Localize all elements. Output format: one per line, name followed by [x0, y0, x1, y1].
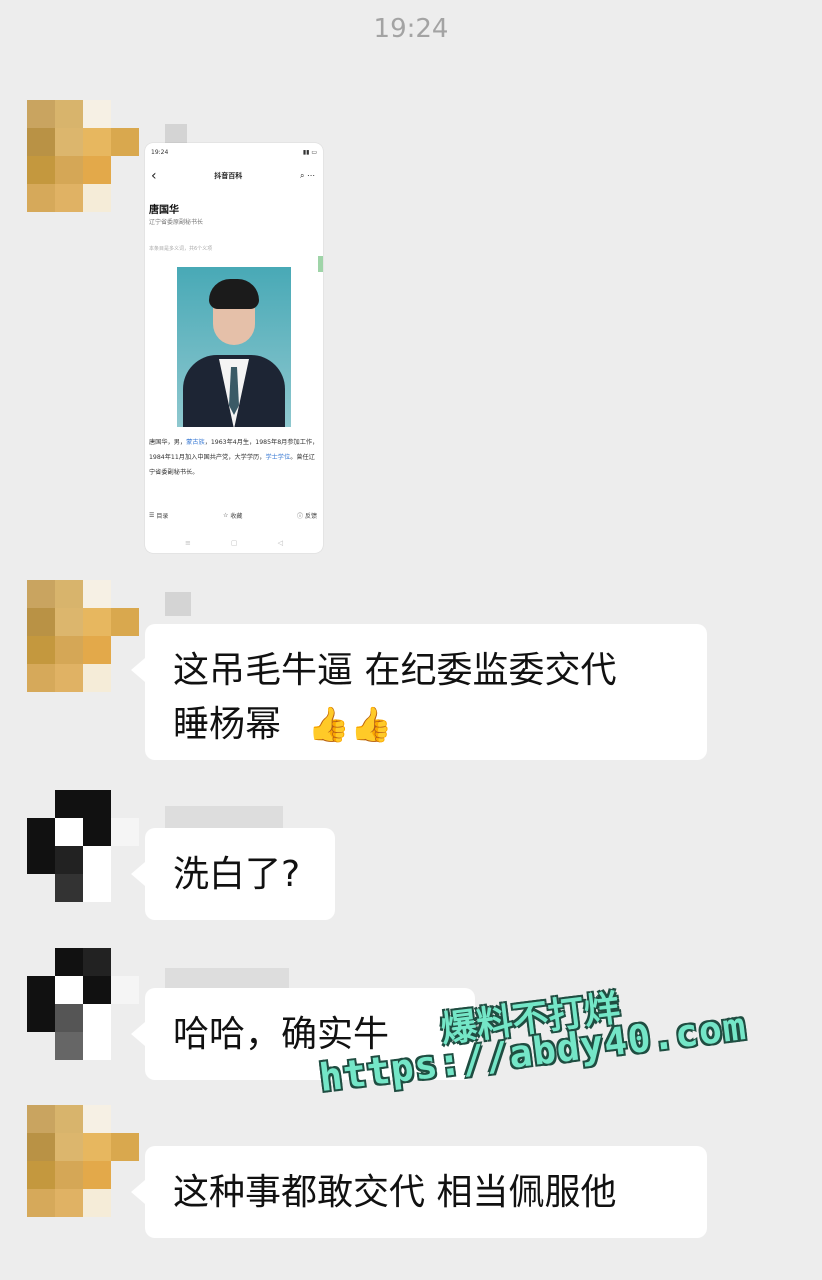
message-text: 睡杨幂 👍👍	[173, 698, 679, 752]
avatar[interactable]	[27, 948, 139, 1060]
disambiguation-hint: 本条目是多义词，共6个义项	[149, 246, 213, 252]
feedback-icon: ⓘ	[296, 513, 303, 520]
collect-button: ☆ 收藏	[222, 512, 243, 520]
feedback-button: ⓘ 反馈	[296, 513, 317, 520]
star-icon: ☆	[222, 512, 229, 519]
message-text: 这种事都敢交代 相当佩服他	[173, 1172, 617, 1213]
app-title: 抖音百科	[214, 172, 243, 180]
bio-text: 唐国华，男，蒙古族，1963年4月生，1985年8月参加工作，1984年11月加…	[149, 439, 319, 476]
phone-time: 19:24	[151, 149, 169, 156]
search-more-icons: ⌕ ⋯	[299, 171, 315, 180]
contents-button: ☰ 目录	[149, 512, 169, 520]
back-icon: ‹	[151, 168, 157, 184]
phone-bottom-toolbar: ☰ 目录 ☆ 收藏 ⓘ 反馈	[149, 511, 317, 520]
side-tab	[318, 256, 323, 272]
phone-home-bar: ≡ ▢ ◁	[185, 539, 283, 547]
avatar[interactable]	[27, 1105, 139, 1217]
chat-screen: 19:24 19:24 ▮▮ ▭ ‹ 抖音百科 ⌕ ⋯ 唐国华 辽宁省委原副秘书…	[0, 0, 822, 1280]
text-message-bubble[interactable]: 洗白了?	[131, 828, 335, 920]
message-text: 洗白了?	[173, 854, 301, 895]
message-timestamp: 19:24	[373, 14, 449, 44]
thumbs-up-icon: 👍👍	[307, 705, 393, 745]
text-message-bubble[interactable]: 哈哈，确实牛	[131, 988, 475, 1080]
sender-name-blurred	[165, 592, 191, 616]
person-role: 辽宁省委原副秘书长	[149, 219, 204, 226]
message-text: 哈哈，确实牛	[173, 1014, 390, 1055]
battery-icon: ▮▮ ▭	[302, 149, 317, 156]
portrait-photo	[177, 267, 291, 427]
image-message[interactable]: 19:24 ▮▮ ▭ ‹ 抖音百科 ⌕ ⋯ 唐国华 辽宁省委原副秘书长 本条目是…	[145, 143, 323, 553]
sender-name-blurred	[165, 806, 283, 830]
text-message-bubble[interactable]: 这吊毛牛逼 在纪委监委交代 睡杨幂 👍👍	[131, 624, 707, 760]
list-icon: ☰	[149, 512, 155, 519]
phone-status-bar: 19:24 ▮▮ ▭	[151, 149, 317, 157]
avatar[interactable]	[27, 580, 139, 692]
text-message-bubble[interactable]: 这种事都敢交代 相当佩服他	[131, 1146, 707, 1238]
avatar[interactable]	[27, 790, 139, 902]
message-text: 这吊毛牛逼 在纪委监委交代	[173, 650, 617, 691]
person-name: 唐国华	[149, 205, 179, 216]
phone-nav-bar: ‹ 抖音百科 ⌕ ⋯	[151, 167, 315, 185]
avatar[interactable]	[27, 100, 139, 212]
